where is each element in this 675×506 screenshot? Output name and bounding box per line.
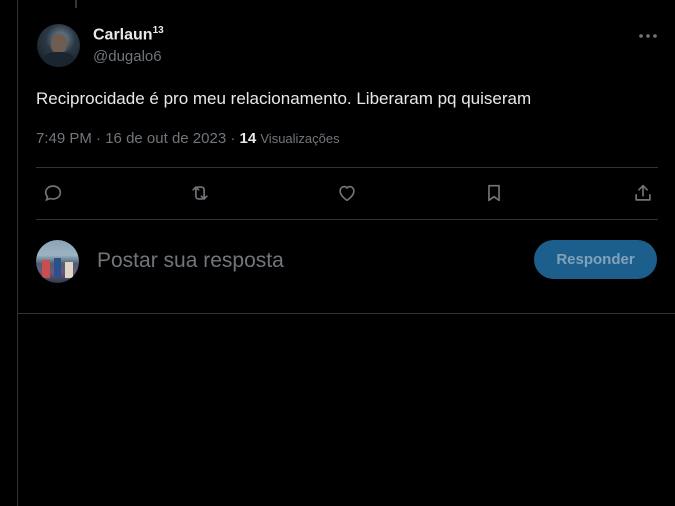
thread-line: [75, 0, 77, 8]
bookmark-icon[interactable]: [476, 175, 512, 211]
more-options-icon[interactable]: [635, 26, 661, 46]
retweet-icon[interactable]: [182, 175, 218, 211]
views-label: Visualizações: [260, 131, 340, 146]
tweet-actions: [18, 175, 675, 211]
user-avatar[interactable]: [36, 240, 79, 283]
author-name-text: Carlaun: [93, 26, 153, 44]
reply-input[interactable]: [95, 245, 519, 277]
tweet-date[interactable]: 16 de out de 2023: [105, 130, 226, 147]
share-icon[interactable]: [625, 175, 661, 211]
divider: [36, 219, 658, 220]
author-handle[interactable]: @dugalo6: [93, 48, 162, 65]
tweet-meta: 7:49 PM · 16 de out de 2023 · 14 Visuali…: [36, 130, 340, 147]
reply-icon[interactable]: [35, 175, 71, 211]
divider: [36, 167, 658, 168]
tweet: Carlaun13 @dugalo6 Reciprocidade é pro m…: [18, 0, 675, 314]
author-name[interactable]: Carlaun13: [93, 25, 164, 44]
tweet-text: Reciprocidade é pro meu relacionamento. …: [36, 89, 532, 108]
views-count: 14: [239, 130, 257, 147]
reply-button[interactable]: Responder: [534, 240, 657, 279]
author-name-sup: 13: [152, 25, 164, 36]
tweet-time[interactable]: 7:49 PM: [36, 130, 92, 147]
meta-separator: ·: [96, 130, 106, 147]
author-avatar[interactable]: [37, 24, 80, 67]
like-icon[interactable]: [329, 175, 365, 211]
meta-separator: ·: [230, 130, 240, 147]
